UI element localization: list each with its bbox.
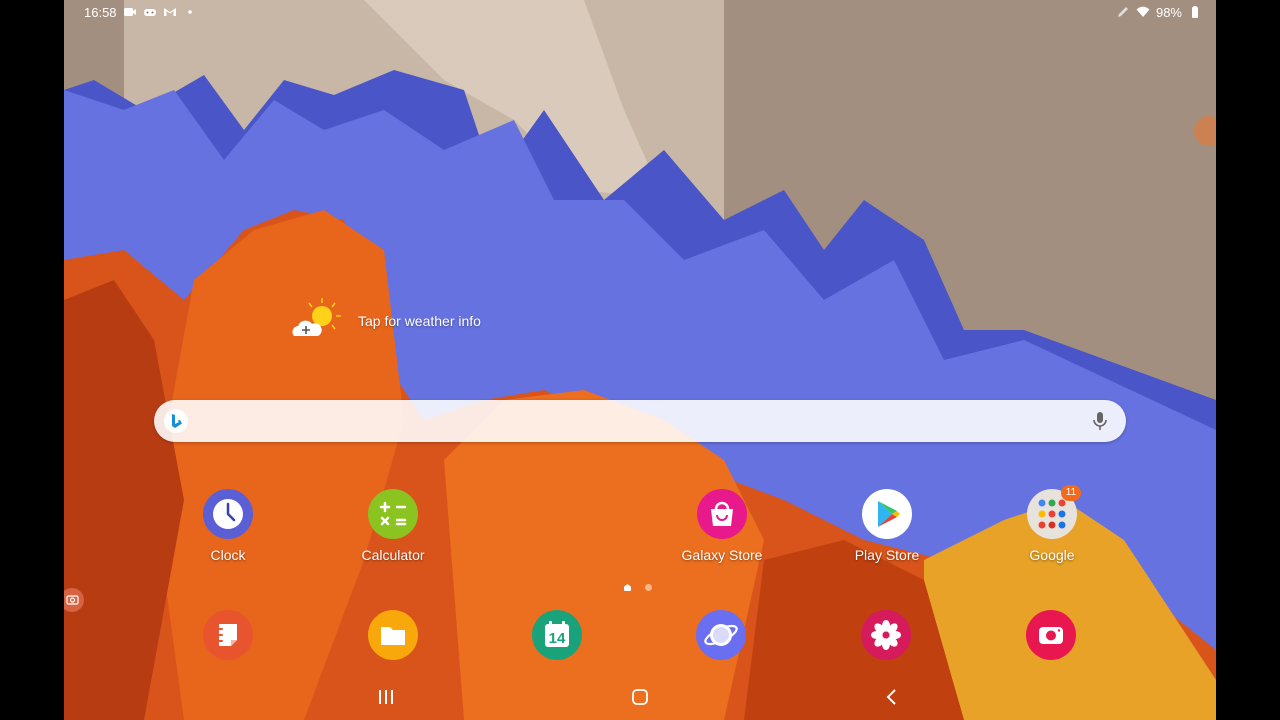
dock-gallery[interactable] (831, 610, 941, 660)
camera-small-icon (66, 595, 79, 605)
pen-icon (1116, 5, 1130, 19)
dock-samsung-internet[interactable] (666, 610, 776, 660)
status-bar-right: 98% (1116, 0, 1202, 24)
bing-logo-icon[interactable] (164, 409, 188, 433)
back-icon (886, 689, 896, 705)
play-store-icon (862, 489, 912, 539)
floating-screenshot-button[interactable] (64, 588, 84, 612)
home-screen: 16:58 98% Tap for weather info Clock Cal… (64, 0, 1216, 720)
recents-button[interactable] (366, 682, 406, 712)
clock-icon (203, 489, 253, 539)
page-indicator[interactable] (624, 584, 652, 591)
home-button[interactable] (620, 682, 660, 712)
notification-badge: 11 (1061, 485, 1081, 501)
battery-percent: 98% (1155, 4, 1182, 20)
app-galaxy-store[interactable]: Galaxy Store (667, 489, 777, 563)
app-calculator[interactable]: Calculator (338, 489, 448, 563)
app-label: Google (1029, 547, 1075, 563)
my-files-icon (368, 610, 418, 660)
dock-camera[interactable] (996, 610, 1106, 660)
dock-my-files[interactable] (338, 610, 448, 660)
samsung-notes-icon (203, 610, 253, 660)
weather-widget[interactable]: Tap for weather info (290, 296, 481, 345)
app-label: Clock (210, 547, 246, 563)
weather-sun-cloud-icon (290, 296, 344, 345)
video-camera-icon (123, 5, 137, 19)
home-icon (632, 689, 648, 705)
battery-icon (1188, 5, 1202, 19)
status-bar-left: 16:58 (84, 0, 197, 24)
app-label: Galaxy Store (681, 547, 763, 563)
dock-calendar[interactable]: 14 (502, 610, 612, 660)
app-clock[interactable]: Clock (173, 489, 283, 563)
calendar-date: 14 (548, 630, 566, 647)
gmail-icon (163, 5, 177, 19)
gamepad-icon (143, 5, 157, 19)
calculator-icon (368, 489, 418, 539)
status-time: 16:58 (84, 4, 117, 20)
calendar-icon: 14 (532, 610, 582, 660)
floating-recorder-bubble[interactable] (1194, 116, 1216, 146)
page-indicator-dot[interactable] (645, 584, 652, 591)
app-folder-google[interactable]: 11 Google (997, 485, 1107, 563)
dock-samsung-notes[interactable] (173, 610, 283, 660)
weather-label: Tap for weather info (358, 312, 481, 329)
camera-icon (1026, 610, 1076, 660)
gallery-icon (861, 610, 911, 660)
page-indicator-home-dot[interactable] (624, 584, 631, 591)
wifi-icon (1136, 5, 1150, 19)
search-bar[interactable] (154, 400, 1126, 444)
app-play-store[interactable]: Play Store (832, 489, 942, 563)
samsung-internet-icon (696, 610, 746, 660)
app-label: Play Store (854, 547, 920, 563)
back-button[interactable] (872, 682, 912, 712)
microphone-icon[interactable] (1088, 409, 1112, 433)
notification-dot-icon (183, 5, 197, 19)
recents-icon (379, 690, 393, 704)
search-input[interactable] (198, 400, 1078, 444)
shopping-bag-icon (697, 489, 747, 539)
app-label: Calculator (361, 547, 425, 563)
folder-icon: 11 (1027, 485, 1081, 539)
